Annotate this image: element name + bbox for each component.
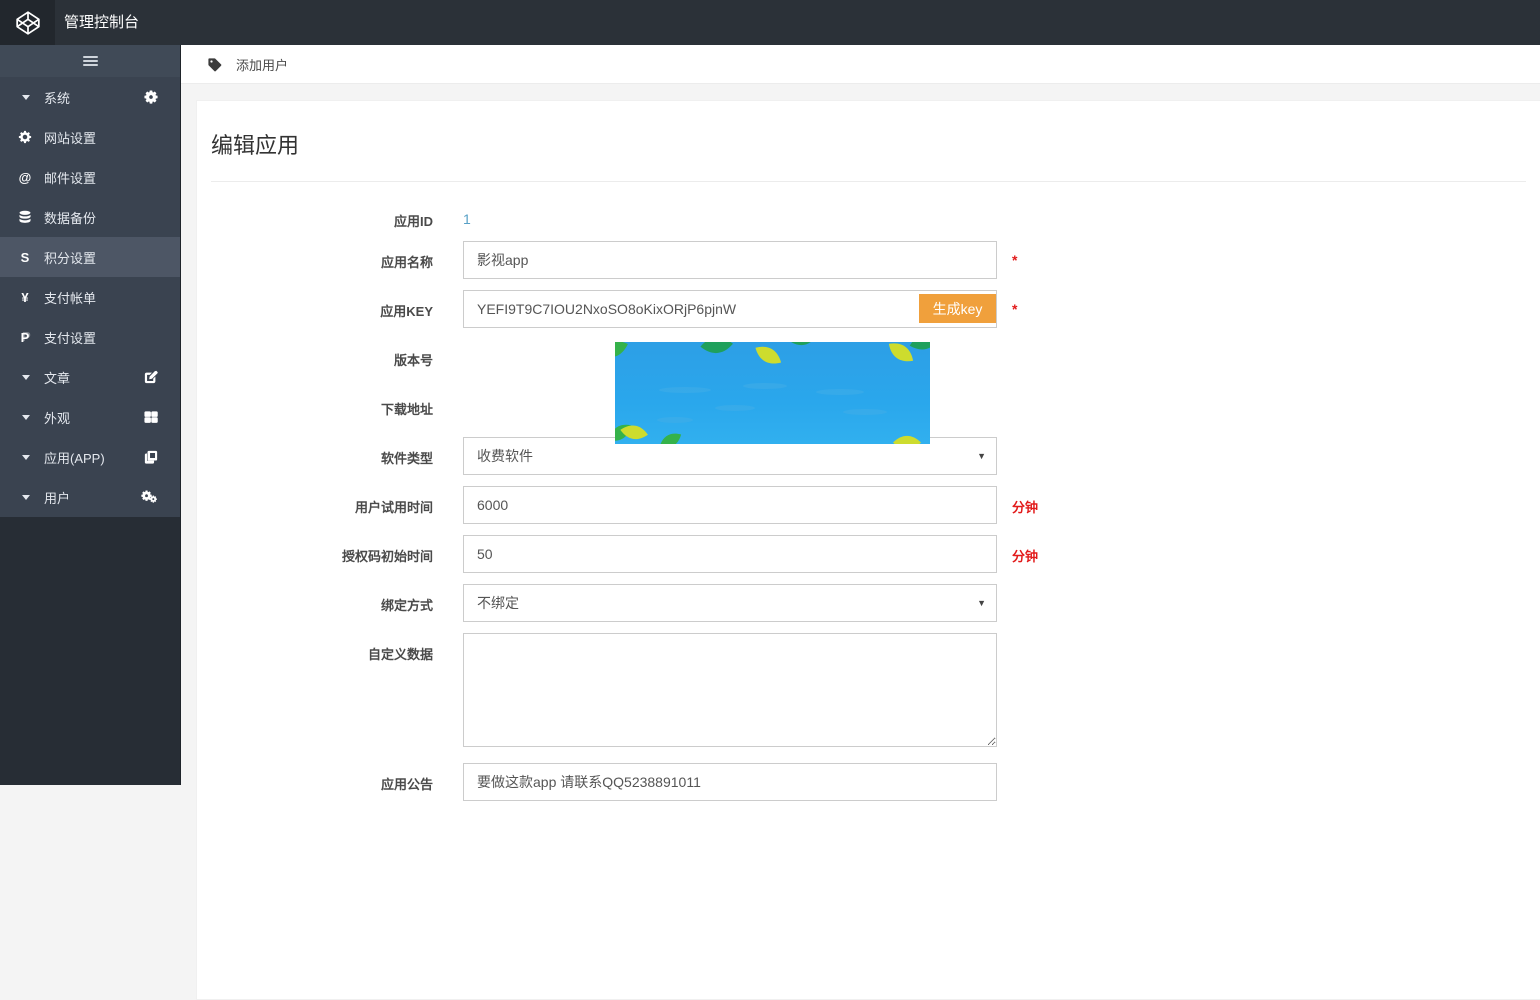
software-type-label: 软件类型: [211, 437, 463, 467]
app-key-label: 应用KEY: [211, 290, 463, 320]
sidebar-item-users[interactable]: 用户: [0, 477, 180, 517]
edit-app-card: 编辑应用 应用ID 1 应用名称 * 应用KEY: [196, 100, 1540, 1000]
bind-mode-row: 绑定方式 不绑定 ▼: [197, 584, 1540, 622]
sidebar-item-label: 支付帐单: [44, 288, 180, 307]
app-id-row: 应用ID 1: [197, 200, 1540, 230]
software-type-value: 收费软件: [477, 446, 533, 466]
app-logo[interactable]: [0, 0, 55, 45]
top-navbar: 管理控制台: [0, 0, 1540, 45]
sidebar-item-articles[interactable]: 文章: [0, 357, 180, 397]
caret-down-icon: [22, 495, 30, 500]
main-content: 添加用户 编辑应用 应用ID 1 应用名称 * 应用KEY: [180, 45, 1540, 785]
breadcrumb-label: 添加用户: [236, 55, 288, 74]
sidebar-item-label: 用户: [44, 488, 141, 507]
bind-mode-value: 不绑定: [477, 593, 519, 613]
auth-init-time-input[interactable]: [463, 535, 997, 573]
required-asterisk: *: [1012, 252, 1017, 268]
app-name-row: 应用名称 *: [197, 241, 1540, 279]
sidebar-item-payment-bills[interactable]: ¥ 支付帐单: [0, 277, 180, 317]
generate-key-button[interactable]: 生成key: [919, 294, 996, 323]
caret-down-icon: [22, 415, 30, 420]
database-icon: [16, 210, 34, 224]
bind-mode-label: 绑定方式: [211, 584, 463, 614]
select-caret-icon: ▼: [977, 451, 986, 461]
auth-init-time-row: 授权码初始时间 分钟: [197, 535, 1540, 573]
hamburger-icon: [83, 54, 98, 68]
required-asterisk: *: [1012, 301, 1017, 317]
version-label: 版本号: [211, 339, 463, 369]
app-name-input[interactable]: [463, 241, 997, 279]
sidebar-item-label: 系统: [44, 88, 144, 107]
sidebar-item-app[interactable]: 应用(APP): [0, 437, 180, 477]
page-title: 编辑应用: [197, 101, 1540, 181]
app-notice-label: 应用公告: [211, 763, 463, 793]
caret-down-icon: [22, 375, 30, 380]
auth-init-time-label: 授权码初始时间: [211, 535, 463, 565]
minutes-unit: 分钟: [1012, 549, 1038, 564]
app-id-label: 应用ID: [211, 200, 463, 230]
edit-icon: [144, 370, 158, 384]
trial-time-label: 用户试用时间: [211, 486, 463, 516]
sidebar-collapse-toggle[interactable]: [0, 45, 180, 77]
sidebar: 系统 网站设置 @ 邮件设置 数据备份 S 积分设置 ¥ 支付帐单 P 支付设置: [0, 45, 180, 785]
breadcrumb: 添加用户: [181, 45, 1540, 84]
stripe-s-icon: S: [16, 250, 34, 265]
app-key-row: 应用KEY 生成key *: [197, 290, 1540, 328]
caret-down-icon: [22, 455, 30, 460]
custom-data-textarea[interactable]: [463, 633, 997, 747]
custom-data-row: 自定义数据: [197, 633, 1540, 752]
trial-time-input[interactable]: [463, 486, 997, 524]
sidebar-item-appearance[interactable]: 外观: [0, 397, 180, 437]
paypal-icon: P: [16, 330, 34, 345]
sidebar-item-label: 支付设置: [44, 328, 180, 347]
sidebar-item-label: 外观: [44, 408, 144, 427]
sidebar-item-label: 邮件设置: [44, 168, 180, 187]
codepen-cube-icon: [15, 10, 41, 36]
sidebar-item-label: 文章: [44, 368, 144, 387]
download-url-label: 下载地址: [211, 388, 463, 418]
edit-app-form: 应用ID 1 应用名称 * 应用KEY 生成key *: [197, 182, 1540, 801]
console-title: 管理控制台: [64, 0, 139, 45]
caret-down-icon: [22, 95, 30, 100]
app-name-label: 应用名称: [211, 241, 463, 271]
sidebar-item-payment-settings[interactable]: P 支付设置: [0, 317, 180, 357]
promo-banner-image: [615, 342, 930, 444]
sidebar-item-system[interactable]: 系统: [0, 77, 180, 117]
at-icon: @: [16, 170, 34, 185]
custom-data-label: 自定义数据: [211, 633, 463, 663]
clone-icon: [144, 450, 158, 464]
sidebar-item-mail-settings[interactable]: @ 邮件设置: [0, 157, 180, 197]
gear-icon: [16, 130, 34, 144]
select-caret-icon: ▼: [977, 598, 986, 608]
sidebar-item-label: 数据备份: [44, 208, 180, 227]
sidebar-item-data-backup[interactable]: 数据备份: [0, 197, 180, 237]
trial-time-row: 用户试用时间 分钟: [197, 486, 1540, 524]
sidebar-item-label: 应用(APP): [44, 448, 144, 467]
app-key-input[interactable]: [463, 290, 997, 328]
tag-icon: [207, 57, 222, 72]
cogs-icon: [141, 490, 158, 504]
sidebar-item-site-settings[interactable]: 网站设置: [0, 117, 180, 157]
sidebar-item-points-settings[interactable]: S 积分设置: [0, 237, 180, 277]
app-notice-input[interactable]: [463, 763, 997, 801]
app-id-value: 1: [463, 200, 471, 227]
bind-mode-select[interactable]: 不绑定 ▼: [463, 584, 997, 622]
minutes-unit: 分钟: [1012, 500, 1038, 515]
sidebar-item-label: 网站设置: [44, 128, 180, 147]
sidebar-item-label: 积分设置: [44, 248, 180, 267]
app-notice-row: 应用公告: [197, 763, 1540, 801]
sidebar-menu: 系统 网站设置 @ 邮件设置 数据备份 S 积分设置 ¥ 支付帐单 P 支付设置: [0, 77, 180, 517]
grid-icon: [144, 410, 158, 424]
gear-icon: [144, 90, 158, 104]
banner-leaves-art: [615, 342, 930, 444]
yen-icon: ¥: [16, 290, 34, 305]
